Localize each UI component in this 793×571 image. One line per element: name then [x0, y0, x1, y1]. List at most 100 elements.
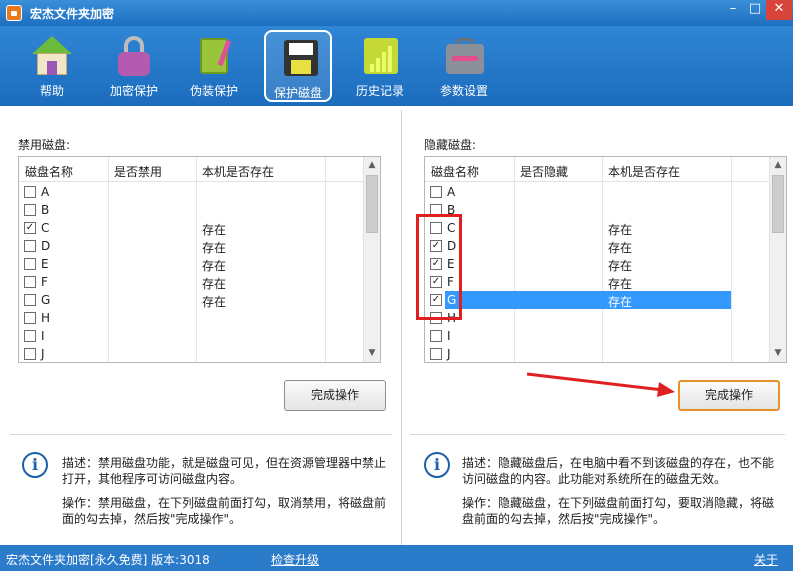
scroll-up-icon[interactable]: ▲ [364, 157, 380, 174]
right-description: 描述：隐藏磁盘后，在电脑中看不到该磁盘的存在，也不能访问磁盘的内容。此功能对系统… [462, 456, 775, 486]
toolbox-icon [444, 36, 484, 76]
toolbar-encrypt[interactable]: 加密保护 [100, 30, 168, 102]
disk-row[interactable]: ✓ C 存在 [19, 219, 365, 237]
disk-row[interactable]: B [425, 201, 771, 219]
disk-name: C [41, 221, 50, 235]
disk-name: E [41, 257, 49, 271]
scrollbar[interactable]: ▲ ▼ [769, 157, 786, 362]
disk-name: I [447, 329, 451, 343]
right-operation: 操作：隐藏磁盘，在下列磁盘前面打勾，要取消隐藏，将磁盘前面的勾去掉，然后按"完成… [462, 496, 775, 526]
left-description: 描述：禁用磁盘功能，就是磁盘可见，但在资源管理器中禁止打开，其他程序可访问磁盘内… [62, 456, 387, 486]
disk-checkbox[interactable] [24, 312, 36, 324]
disk-row[interactable]: ✓ F 存在 [425, 273, 771, 291]
disable-disk-list[interactable]: 磁盘名称 是否禁用 本机是否存在 A B ✓ C 存在 D 存在 E 存在 F 存在 G 存在 H I J ▲… [18, 156, 381, 363]
disk-row[interactable]: E 存在 [19, 255, 365, 273]
disk-checkbox[interactable] [24, 330, 36, 342]
disk-row[interactable]: ✓ G 存在 [425, 291, 771, 309]
disk-row[interactable]: I [19, 327, 365, 345]
disk-checkbox[interactable] [24, 348, 36, 360]
scrollbar[interactable]: ▲ ▼ [363, 157, 380, 362]
scroll-down-icon[interactable]: ▼ [364, 345, 380, 362]
disk-row[interactable]: F 存在 [19, 273, 365, 291]
right-panel-title: 隐藏磁盘: [424, 138, 477, 152]
column-header: 磁盘名称 [25, 165, 74, 179]
scroll-down-icon[interactable]: ▼ [770, 345, 786, 362]
lock-icon [114, 36, 154, 76]
disk-exists: 存在 [608, 295, 633, 309]
left-complete-button[interactable]: 完成操作 [284, 380, 386, 411]
disk-checkbox[interactable]: ✓ [24, 222, 36, 234]
column-header: 是否禁用 [114, 165, 163, 179]
floppy-disk-icon [280, 38, 320, 78]
disk-row[interactable]: C 存在 [425, 219, 771, 237]
toolbar-settings[interactable]: 参数设置 [430, 30, 498, 102]
disk-row[interactable]: J [425, 345, 771, 362]
disk-name: A [447, 185, 456, 199]
disk-row[interactable]: J [19, 345, 365, 362]
disk-checkbox[interactable] [430, 330, 442, 342]
disk-row[interactable]: I [425, 327, 771, 345]
right-complete-button[interactable]: 完成操作 [678, 380, 780, 411]
scroll-thumb[interactable] [366, 175, 378, 233]
toolbar-protect-disk[interactable]: 保护磁盘 [264, 30, 332, 102]
toolbar-history[interactable]: 历史记录 [346, 30, 414, 102]
red-arrow-icon [526, 372, 675, 397]
disk-row[interactable]: ✓ D 存在 [425, 237, 771, 255]
disk-checkbox[interactable] [24, 240, 36, 252]
scroll-thumb[interactable] [772, 175, 784, 233]
history-chart-icon [360, 36, 400, 76]
check-update-link[interactable]: 检查升级 [271, 551, 319, 568]
version-text: 宏杰文件夹加密[永久免费] 版本:3018 [6, 553, 210, 567]
disk-row[interactable]: A [19, 183, 365, 201]
disk-checkbox[interactable] [24, 294, 36, 306]
disk-exists: 存在 [202, 241, 227, 255]
home-icon [32, 36, 72, 76]
status-bar: 宏杰文件夹加密[永久免费] 版本:3018 检查升级 关于 [0, 545, 793, 571]
divider [410, 434, 785, 435]
list-header: 磁盘名称 是否禁用 本机是否存在 [19, 157, 365, 182]
left-operation: 操作：禁用磁盘，在下列磁盘前面打勾，取消禁用，将磁盘前面的勾去掉，然后按"完成操… [62, 496, 387, 526]
toolbar-label: 保护磁盘 [273, 86, 322, 100]
column-header: 是否隐藏 [520, 165, 569, 179]
hide-disk-list[interactable]: 磁盘名称 是否隐藏 本机是否存在 A B C 存在 ✓ D 存在 ✓ E 存在 ✓ F 存在 ✓ G 存在 H I… [424, 156, 787, 363]
disk-row[interactable]: H [19, 309, 365, 327]
disk-exists: 存在 [608, 277, 633, 291]
divider [401, 110, 402, 545]
disk-row[interactable]: ✓ E 存在 [425, 255, 771, 273]
disk-exists: 存在 [608, 223, 633, 237]
disk-row[interactable]: H [425, 309, 771, 327]
disk-exists: 存在 [202, 277, 227, 291]
app-lock-icon [6, 5, 22, 21]
disk-checkbox[interactable] [24, 204, 36, 216]
disk-exists: 存在 [608, 259, 633, 273]
disk-row[interactable]: D 存在 [19, 237, 365, 255]
disk-checkbox[interactable] [24, 186, 36, 198]
column-header: 本机是否存在 [608, 165, 681, 179]
disk-exists: 存在 [608, 241, 633, 255]
disk-checkbox[interactable] [24, 276, 36, 288]
toolbar-label: 帮助 [39, 84, 64, 98]
disk-checkbox[interactable] [24, 258, 36, 270]
maximize-button[interactable]: □ [744, 0, 766, 20]
close-button[interactable]: ✕ [766, 0, 792, 20]
list-header: 磁盘名称 是否隐藏 本机是否存在 [425, 157, 771, 182]
highlight-box [416, 214, 462, 320]
disk-checkbox[interactable] [430, 348, 442, 360]
disk-row[interactable]: B [19, 201, 365, 219]
disk-name: J [41, 347, 45, 361]
window-title: 宏杰文件夹加密 [30, 7, 115, 21]
toolbar-label: 参数设置 [439, 84, 488, 98]
disk-row[interactable]: A [425, 183, 771, 201]
about-link[interactable]: 关于 [754, 551, 778, 568]
info-icon: i [424, 452, 450, 478]
disk-checkbox[interactable] [430, 186, 442, 198]
scroll-up-icon[interactable]: ▲ [770, 157, 786, 174]
left-panel-title: 禁用磁盘: [18, 138, 71, 152]
disk-row[interactable]: G 存在 [19, 291, 365, 309]
disk-name: D [41, 239, 51, 253]
toolbar-disguise[interactable]: 伪装保护 [180, 30, 248, 102]
minimize-button[interactable]: – [722, 0, 744, 20]
disk-exists: 存在 [202, 223, 227, 237]
disk-name: G [41, 293, 51, 307]
toolbar-help[interactable]: 帮助 [18, 30, 86, 102]
